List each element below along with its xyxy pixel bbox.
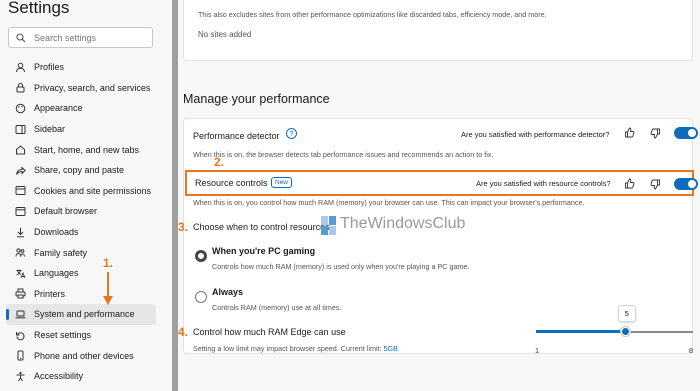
performance-feedback-question: Are you satisfied with performance detec…	[461, 130, 610, 139]
sidebar-item-sidebar[interactable]: Sidebar	[0, 119, 172, 140]
browser-icon	[14, 205, 26, 217]
ram-control-description: Setting a low limit may impact browser s…	[193, 344, 398, 353]
option-pc-gaming-description: Controls how much RAM (memory) is used o…	[212, 262, 470, 271]
performance-detector-toggle[interactable]	[674, 127, 698, 139]
reset-icon	[14, 329, 26, 341]
ram-control-label: Control how much RAM Edge can use	[193, 327, 346, 337]
thumbs-up-icon[interactable]	[624, 127, 635, 138]
sidebar-item-reset-settings[interactable]: Reset settings	[0, 325, 172, 346]
search-box[interactable]	[8, 27, 153, 48]
thumbs-up-icon[interactable]	[624, 178, 635, 189]
cookies-icon	[14, 185, 26, 197]
sidebar-item-phone-devices[interactable]: Phone and other devices	[0, 345, 172, 366]
annotation-2: 2.	[214, 155, 225, 169]
annotation-4: 4.	[178, 325, 189, 339]
sidebar-item-label: Accessibility	[34, 371, 84, 382]
sidebar-item-label: Languages	[34, 268, 79, 279]
thumbs-down-icon[interactable]	[650, 128, 661, 139]
annotation-3: 3.	[178, 220, 189, 234]
sidebar-item-label: Appearance	[34, 103, 83, 114]
sidebar-item-label: Privacy, search, and services	[34, 82, 151, 93]
thumbs-down-icon[interactable]	[650, 179, 661, 190]
watermark-logo-icon	[321, 216, 336, 235]
sidebar-item-label: System and performance	[34, 309, 135, 320]
sidebar: Settings Profiles Privacy, search, and s…	[0, 0, 172, 391]
accessibility-icon	[14, 370, 26, 382]
sidebar-item-label: Start, home, and new tabs	[34, 144, 140, 155]
home-icon	[14, 144, 26, 156]
resource-controls-label: Resource controls	[195, 178, 268, 188]
family-icon	[14, 247, 26, 259]
watermark-text: TheWindowsClub	[340, 215, 466, 232]
sidebar-item-label: Cookies and site permissions	[34, 185, 152, 196]
printer-icon	[14, 288, 26, 300]
page-title: Settings	[8, 0, 70, 17]
ram-slider-min-label: 1	[535, 346, 539, 355]
resource-feedback-question: Are you satisfied with resource controls…	[476, 179, 611, 188]
main-content: This also excludes sites from other perf…	[178, 0, 700, 391]
section-title: Manage your performance	[183, 92, 330, 106]
current-limit-value: 5GB	[383, 344, 398, 353]
resource-controls-toggle[interactable]	[674, 178, 698, 190]
sidebar-item-downloads[interactable]: Downloads	[0, 222, 172, 243]
sidebar-item-cookies[interactable]: Cookies and site permissions	[0, 181, 172, 202]
language-icon	[14, 267, 26, 279]
excluded-sites-description: This also excludes sites from other perf…	[198, 10, 547, 19]
ram-slider-max-label: 8	[689, 346, 693, 355]
sidebar-icon	[14, 123, 26, 135]
ram-slider-value-tooltip: 5	[617, 305, 636, 322]
sidebar-item-label: Phone and other devices	[34, 350, 134, 361]
sidebar-item-accessibility[interactable]: Accessibility	[0, 366, 172, 387]
radio-always[interactable]	[195, 291, 207, 303]
radio-pc-gaming[interactable]	[195, 250, 207, 262]
sidebar-item-label: Profiles	[34, 62, 65, 73]
sidebar-item-label: Downloads	[34, 227, 79, 238]
sidebar-item-languages[interactable]: Languages	[0, 263, 172, 284]
annotation-arrow	[103, 272, 113, 305]
help-icon[interactable]: ?	[286, 128, 297, 139]
sidebar-nav: Profiles Privacy, search, and services A…	[0, 57, 172, 387]
share-icon	[14, 164, 26, 176]
option-always-description: Controls RAM (memory) use at all times.	[212, 303, 342, 312]
sidebar-item-family-safety[interactable]: Family safety	[0, 242, 172, 263]
phone-icon	[14, 350, 26, 362]
sidebar-item-start-home[interactable]: Start, home, and new tabs	[0, 139, 172, 160]
ram-description-text: Setting a low limit may impact browser s…	[193, 344, 382, 353]
no-sites-text: No sites added	[198, 30, 252, 39]
when-control-label: Choose when to control resources	[193, 222, 330, 232]
sidebar-item-system-performance[interactable]: System and performance	[6, 304, 156, 325]
excluded-sites-card: This also excludes sites from other perf…	[183, 0, 693, 61]
profile-icon	[14, 61, 26, 73]
performance-detector-label: Performance detector	[193, 131, 280, 141]
option-always-label: Always	[212, 287, 244, 297]
laptop-icon	[14, 308, 26, 320]
sidebar-item-privacy[interactable]: Privacy, search, and services	[0, 78, 172, 99]
sidebar-item-profiles[interactable]: Profiles	[0, 57, 172, 78]
annotation-1: 1.	[103, 256, 114, 270]
sidebar-item-label: Share, copy and paste	[34, 165, 125, 176]
sidebar-item-label: Reset settings	[34, 330, 92, 341]
download-icon	[14, 226, 26, 238]
sidebar-item-share-copy[interactable]: Share, copy and paste	[0, 160, 172, 181]
sidebar-item-printers[interactable]: Printers	[0, 284, 172, 305]
sidebar-item-label: Printers	[34, 288, 66, 299]
sidebar-item-label: Default browser	[34, 206, 98, 217]
sidebar-item-appearance[interactable]: Appearance	[0, 98, 172, 119]
option-pc-gaming-label: When you're PC gaming	[212, 246, 316, 256]
performance-detector-description: When this is on, the browser detects tab…	[193, 150, 494, 159]
sidebar-item-label: Family safety	[34, 247, 88, 258]
search-input[interactable]	[32, 31, 146, 44]
resource-controls-description: When this is on, you control how much RA…	[193, 198, 585, 207]
lock-icon	[14, 82, 26, 94]
sidebar-item-default-browser[interactable]: Default browser	[0, 201, 172, 222]
new-badge: New	[271, 177, 293, 188]
search-icon	[16, 32, 26, 42]
ram-slider-fill	[536, 330, 626, 333]
palette-icon	[14, 102, 26, 114]
sidebar-item-label: Sidebar	[34, 124, 66, 135]
